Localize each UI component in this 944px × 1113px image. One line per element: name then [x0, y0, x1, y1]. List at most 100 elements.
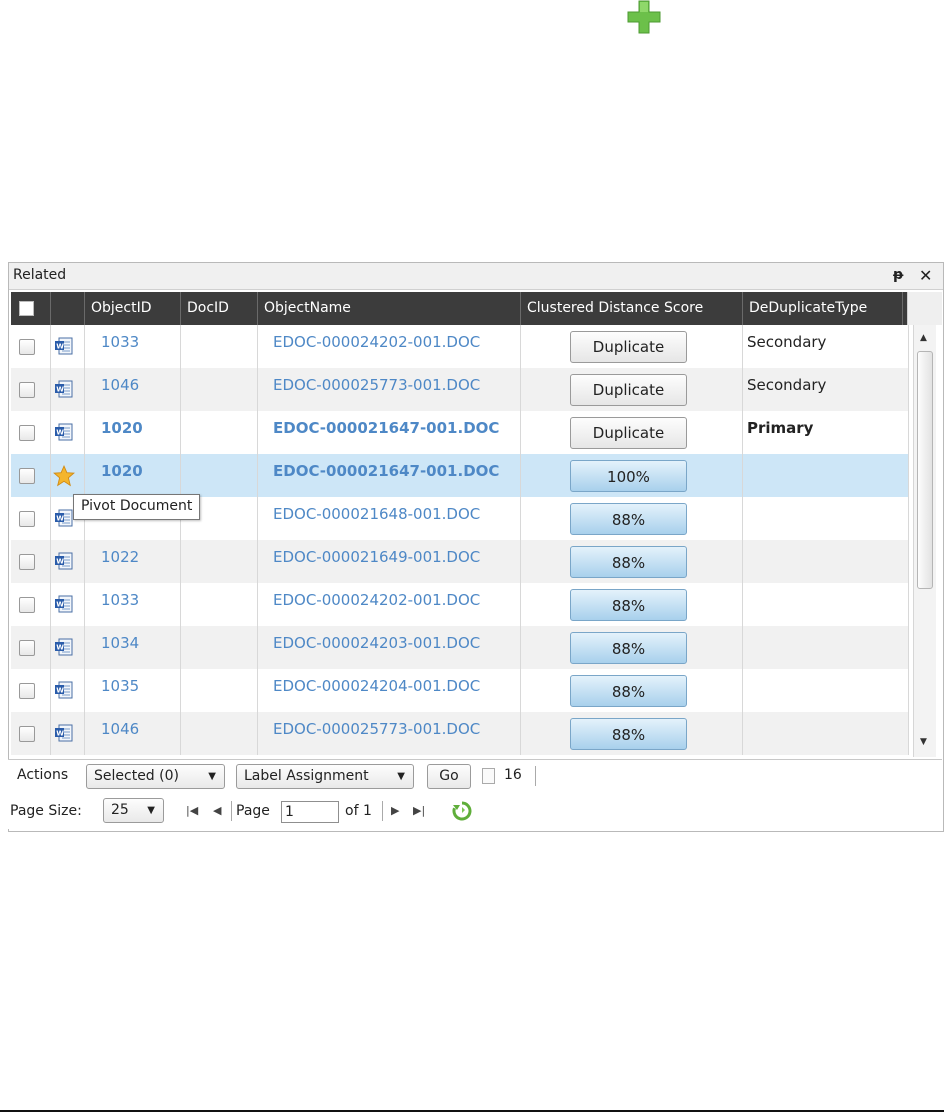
go-button[interactable]: Go: [427, 764, 471, 789]
table-row[interactable]: W 1035 EDOC-000024204-001.DOC 88%: [11, 669, 909, 712]
svg-text:W: W: [56, 386, 64, 394]
table-cell: [181, 583, 258, 626]
object-name-link[interactable]: EDOC-000024202-001.DOC: [273, 591, 480, 609]
icon-column-header: [51, 292, 85, 325]
svg-text:W: W: [56, 687, 64, 695]
separator: [231, 801, 232, 821]
score-button[interactable]: 100%: [570, 460, 687, 492]
table-row[interactable]: W 1046 EDOC-000025773-001.DOC 88%: [11, 712, 909, 755]
score-button[interactable]: 88%: [570, 632, 687, 664]
word-doc-icon[interactable]: W: [55, 423, 73, 441]
pin-icon[interactable]: ᵽ: [893, 267, 903, 283]
add-icon[interactable]: [626, 0, 662, 34]
page-size-label: Page Size:: [10, 803, 82, 819]
panel-title: Related: [13, 267, 67, 283]
document-count-icon: [482, 768, 495, 784]
table-cell: [181, 325, 258, 368]
score-button[interactable]: 88%: [570, 503, 687, 535]
row-checkbox[interactable]: [19, 511, 35, 527]
object-id-link[interactable]: 1046: [101, 720, 139, 738]
table-row[interactable]: W 1022 EDOC-000021649-001.DOC 88%: [11, 540, 909, 583]
table-row[interactable]: W 1033 EDOC-000024202-001.DOC Duplicate Seco…: [11, 325, 909, 368]
duplicate-button[interactable]: Duplicate: [570, 331, 687, 363]
row-checkbox[interactable]: [19, 382, 35, 398]
word-doc-icon[interactable]: W: [55, 380, 73, 398]
first-page-icon[interactable]: |◀: [186, 804, 198, 817]
table-row[interactable]: 1020 EDOC-000021647-001.DOC 100%: [11, 454, 909, 497]
object-name-link[interactable]: EDOC-000024202-001.DOC: [273, 333, 480, 351]
close-icon[interactable]: ✕: [919, 266, 932, 285]
refresh-icon[interactable]: [452, 801, 472, 821]
row-checkbox[interactable]: [19, 640, 35, 656]
word-doc-icon[interactable]: W: [55, 724, 73, 742]
table-cell: [743, 669, 909, 712]
row-checkbox[interactable]: [19, 425, 35, 441]
score-button[interactable]: 88%: [570, 589, 687, 621]
row-checkbox[interactable]: [19, 597, 35, 613]
object-name-link[interactable]: EDOC-000024204-001.DOC: [273, 677, 480, 695]
last-page-icon[interactable]: ▶|: [413, 804, 425, 817]
selected-dropdown-label: Selected (0): [94, 768, 179, 784]
word-doc-icon[interactable]: W: [55, 638, 73, 656]
word-doc-icon[interactable]: W: [55, 552, 73, 570]
selected-dropdown[interactable]: Selected (0) ▼: [86, 764, 225, 789]
scroll-up-icon[interactable]: ▲: [920, 333, 927, 343]
table-row[interactable]: W 1020 EDOC-000021647-001.DOC Duplicate Prim…: [11, 411, 909, 454]
select-all-checkbox[interactable]: [19, 301, 34, 316]
object-id-link[interactable]: 1020: [101, 419, 143, 437]
row-checkbox[interactable]: [19, 554, 35, 570]
scrollbar-header-corner: [907, 292, 942, 325]
row-checkbox[interactable]: [19, 726, 35, 742]
star-icon[interactable]: [53, 465, 75, 487]
word-doc-icon[interactable]: W: [55, 595, 73, 613]
duplicate-button[interactable]: Duplicate: [570, 417, 687, 449]
scroll-thumb[interactable]: [917, 351, 933, 589]
score-button[interactable]: 88%: [570, 546, 687, 578]
object-name-link[interactable]: EDOC-000025773-001.DOC: [273, 376, 480, 394]
object-id-link[interactable]: 1020: [101, 462, 143, 480]
duplicate-button[interactable]: Duplicate: [570, 374, 687, 406]
previous-page-icon[interactable]: ◀: [213, 804, 221, 817]
next-page-icon[interactable]: ▶: [391, 804, 399, 817]
word-doc-icon[interactable]: W: [55, 681, 73, 699]
page-size-dropdown[interactable]: 25 ▼: [103, 798, 164, 823]
vertical-scrollbar[interactable]: ▲ ▼: [913, 325, 936, 757]
label-assignment-dropdown[interactable]: Label Assignment ▼: [236, 764, 414, 789]
column-header-objectname[interactable]: ObjectName: [258, 292, 521, 325]
svg-text:W: W: [56, 644, 64, 652]
object-name-link[interactable]: EDOC-000021647-001.DOC: [273, 419, 499, 437]
object-name-link[interactable]: EDOC-000024203-001.DOC: [273, 634, 480, 652]
object-name-link[interactable]: EDOC-000021648-001.DOC: [273, 505, 480, 523]
object-name-link[interactable]: EDOC-000021649-001.DOC: [273, 548, 480, 566]
column-header-score[interactable]: Clustered Distance Score: [521, 292, 743, 325]
table-row[interactable]: W 1033 EDOC-000024202-001.DOC 88%: [11, 583, 909, 626]
svg-text:W: W: [56, 730, 64, 738]
column-header-deduplicatetype[interactable]: DeDuplicateType: [743, 292, 903, 325]
object-id-link[interactable]: 1035: [101, 677, 139, 695]
object-id-link[interactable]: 1033: [101, 333, 139, 351]
table-row[interactable]: W 1046 EDOC-000025773-001.DOC Duplicate Seco…: [11, 368, 909, 411]
row-checkbox[interactable]: [19, 468, 35, 484]
object-name-link[interactable]: EDOC-000021647-001.DOC: [273, 462, 499, 480]
pager-bar: Page Size: 25 ▼ |◀ ◀ Page 1 of 1 ▶ ▶|: [8, 793, 942, 829]
object-id-link[interactable]: 1022: [101, 548, 139, 566]
object-id-link[interactable]: 1034: [101, 634, 139, 652]
column-header-docid[interactable]: DocID: [181, 292, 258, 325]
word-doc-icon[interactable]: W: [55, 337, 73, 355]
score-button[interactable]: 88%: [570, 675, 687, 707]
object-id-link[interactable]: 1046: [101, 376, 139, 394]
table-cell: [743, 583, 909, 626]
related-panel: Related ᵽ ✕ ObjectID DocID ObjectName Cl…: [8, 262, 944, 832]
scroll-down-icon[interactable]: ▼: [920, 737, 927, 747]
row-checkbox[interactable]: [19, 683, 35, 699]
object-id-link[interactable]: 1033: [101, 591, 139, 609]
page-number-input[interactable]: 1: [281, 801, 339, 823]
page-size-value: 25: [111, 802, 129, 818]
table-row[interactable]: W 1034 EDOC-000024203-001.DOC 88%: [11, 626, 909, 669]
word-doc-icon[interactable]: W: [55, 509, 73, 527]
grid-header: ObjectID DocID ObjectName Clustered Dist…: [11, 292, 907, 325]
score-button[interactable]: 88%: [570, 718, 687, 750]
row-checkbox[interactable]: [19, 339, 35, 355]
column-header-objectid[interactable]: ObjectID: [85, 292, 181, 325]
object-name-link[interactable]: EDOC-000025773-001.DOC: [273, 720, 480, 738]
